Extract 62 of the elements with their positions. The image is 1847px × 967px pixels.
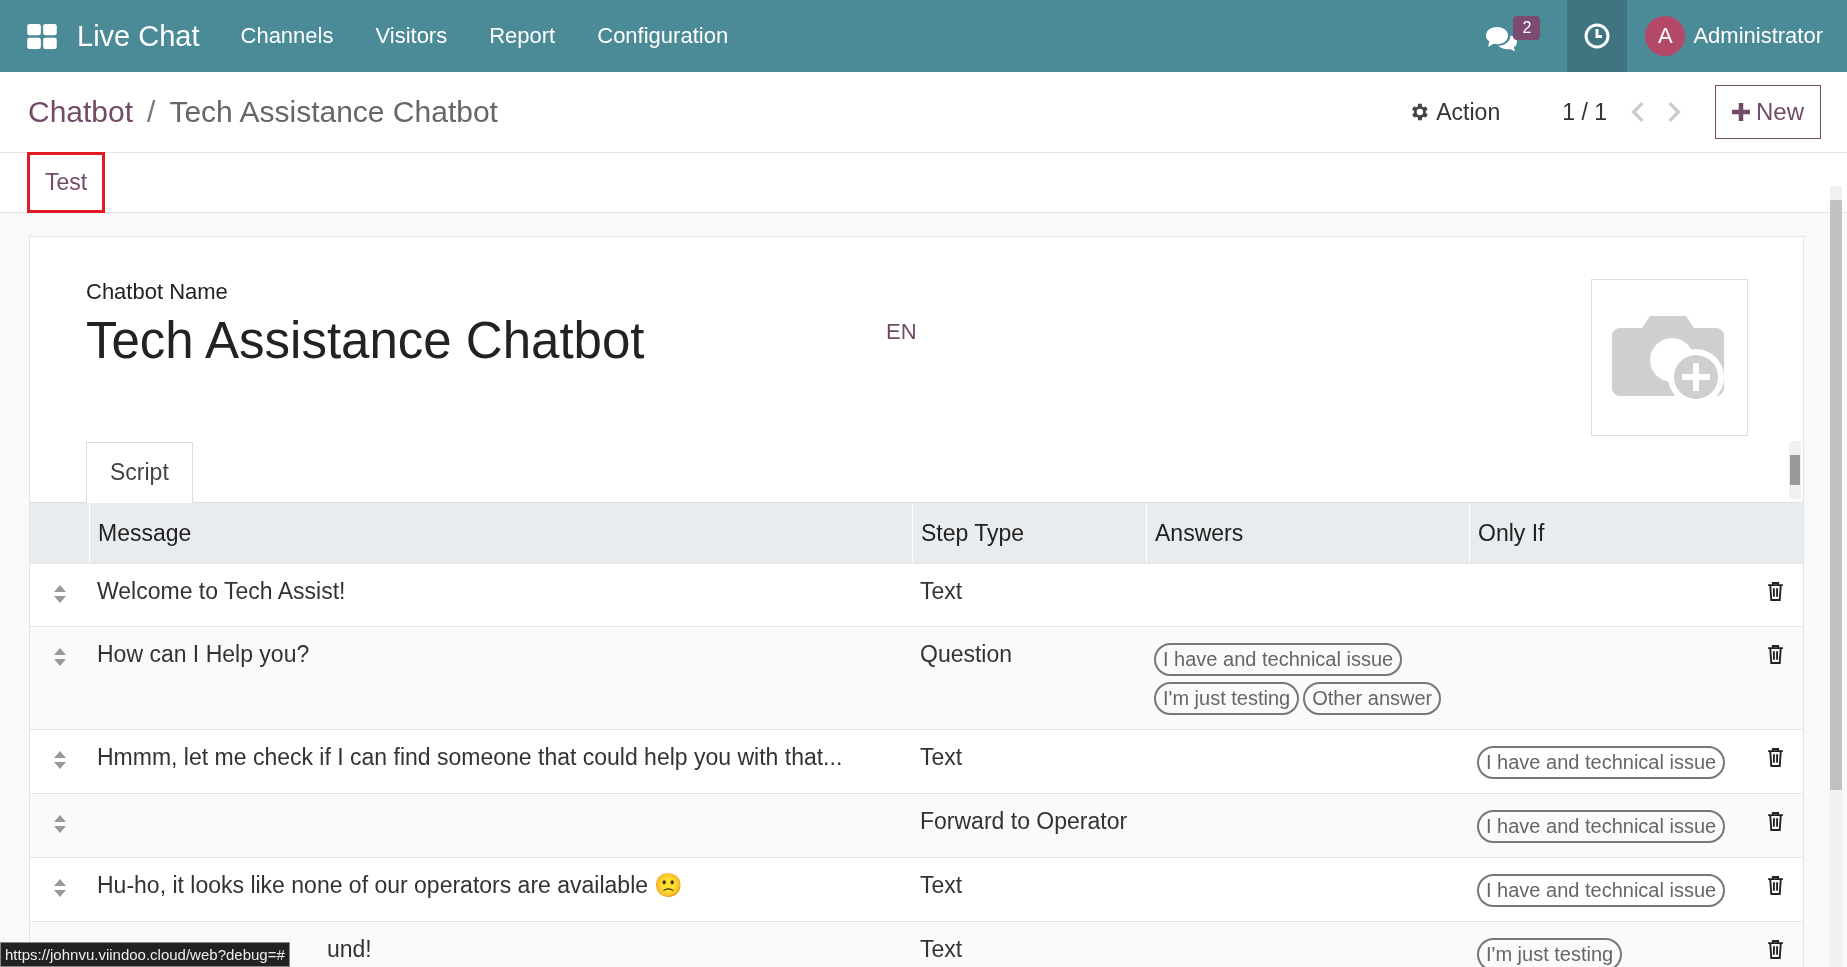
answer-tag: I'm just testing	[1154, 682, 1300, 715]
previous-icon[interactable]	[1631, 101, 1645, 123]
table-cell: Question	[920, 641, 1013, 667]
table-cell: und!	[327, 936, 372, 962]
condition-tag: I'm just testing	[1477, 938, 1623, 967]
drag-handle-icon[interactable]	[52, 750, 67, 770]
drag-handle-icon[interactable]	[52, 584, 67, 604]
new-button[interactable]: New	[1715, 85, 1821, 139]
condition-tag: I have and technical issue	[1477, 874, 1726, 907]
apps-grid-icon[interactable]	[27, 23, 57, 49]
url-tooltip: https://johnvu.viindoo.cloud/web?debug=#	[0, 942, 290, 967]
drag-handle-icon[interactable]	[52, 814, 67, 834]
table-cell: Hmmm, let me check if I can find someone that could help you with that...	[97, 744, 843, 770]
drag-handle-icon[interactable]	[52, 878, 67, 898]
table-cell: Hu-ho, it looks like none of our operators are available 🙁	[97, 872, 684, 898]
menu-item[interactable]: Visitors	[354, 23, 469, 49]
menu-item[interactable]: Configuration	[576, 23, 750, 49]
table-cell: How can I Help you?	[97, 641, 310, 667]
user-name[interactable]: Administrator	[1693, 23, 1823, 49]
table-cell: Text	[920, 744, 963, 770]
column-header[interactable]: Only If	[1469, 503, 1747, 563]
breadcrumb-separator: /	[147, 95, 156, 129]
test-button[interactable]: Test	[27, 152, 106, 213]
user-avatar[interactable]: A	[1645, 16, 1686, 56]
table-cell: Text	[920, 872, 963, 898]
tab[interactable]: Script	[86, 442, 193, 503]
trash-icon[interactable]	[1766, 876, 1784, 895]
breadcrumb-current: Tech Assistance Chatbot	[169, 95, 498, 129]
answer-tag: Other answer	[1303, 682, 1442, 715]
table-cell: Welcome to Tech Assist!	[97, 578, 346, 604]
action-button[interactable]: Action	[1402, 97, 1507, 127]
plus-icon	[1732, 103, 1750, 121]
column-header[interactable]: Message	[89, 503, 912, 563]
message-count-badge: 2	[1513, 16, 1541, 40]
name-field[interactable]: Tech Assistance Chatbot	[86, 311, 886, 370]
column-header[interactable]: Step Type	[912, 503, 1146, 563]
breadcrumb-link[interactable]: Chatbot	[28, 95, 134, 129]
menu-item[interactable]: Channels	[219, 23, 355, 49]
condition-tag: I have and technical issue	[1477, 810, 1726, 843]
table-cell: Text	[920, 936, 963, 962]
trash-icon[interactable]	[1766, 812, 1784, 831]
condition-tag: I have and technical issue	[1477, 746, 1726, 779]
trash-icon[interactable]	[1766, 940, 1784, 959]
trash-icon[interactable]	[1766, 645, 1784, 664]
menu-item[interactable]: Report	[468, 23, 577, 49]
trash-icon[interactable]	[1766, 582, 1784, 601]
answer-tag: I have and technical issue	[1154, 643, 1403, 676]
column-header[interactable]: Answers	[1146, 503, 1469, 563]
field-label: Chatbot Name	[86, 279, 229, 305]
scrollbar[interactable]	[1830, 186, 1842, 967]
table-cell: Text	[920, 578, 963, 604]
clock-icon[interactable]	[1584, 23, 1611, 49]
language-button[interactable]: EN	[886, 319, 917, 345]
next-icon[interactable]	[1667, 101, 1681, 123]
trash-icon[interactable]	[1766, 748, 1784, 767]
image-upload[interactable]	[1591, 279, 1748, 436]
scrollbar[interactable]	[1789, 441, 1801, 499]
app-name[interactable]: Live Chat	[77, 19, 200, 53]
table-cell: Forward to Operator	[920, 808, 1128, 834]
pager-value[interactable]: 1 / 1	[1562, 98, 1607, 126]
chat-bubbles-icon[interactable]	[1485, 26, 1518, 52]
drag-handle-icon[interactable]	[52, 647, 67, 667]
